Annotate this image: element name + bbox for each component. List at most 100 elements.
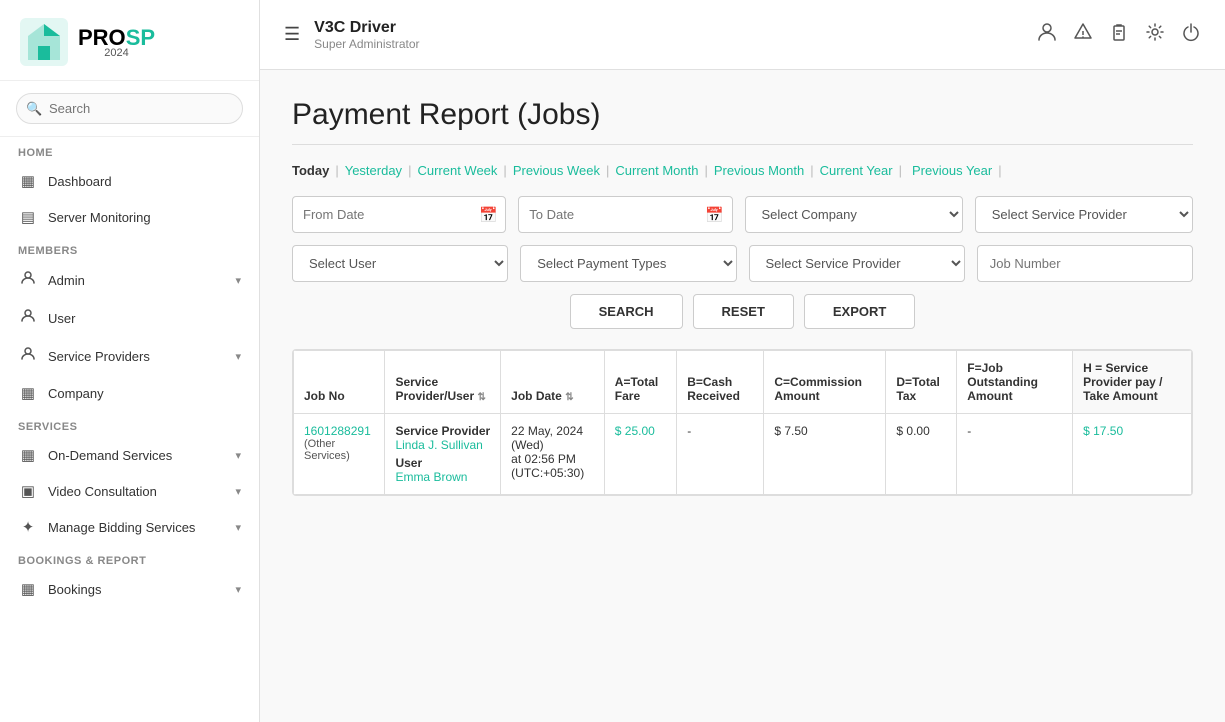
filter-links: Today | Yesterday | Current Week | Previ…	[292, 163, 1193, 178]
topbar: ☰ V3C Driver Super Administrator	[260, 0, 1225, 70]
clipboard-icon[interactable]	[1109, 22, 1129, 47]
logo-sp: SP	[126, 25, 155, 50]
sp-label: Service Provider	[395, 424, 490, 438]
page-content: Payment Report (Jobs) Today | Yesterday …	[260, 70, 1225, 722]
export-button[interactable]: EXPORT	[804, 294, 915, 329]
video-consultation-icon: ▣	[18, 482, 38, 500]
filter-row-2: Select User Select Payment Types Select …	[292, 245, 1193, 282]
col-sp-pay-take: H = Service Provider pay / Take Amount	[1073, 351, 1192, 414]
sidebar-item-on-demand-services[interactable]: ▦ On-Demand Services ▾	[0, 437, 259, 473]
sidebar-item-service-providers[interactable]: Service Providers ▾	[0, 337, 259, 375]
sidebar-item-admin[interactable]: Admin ▾	[0, 261, 259, 299]
filter-yesterday[interactable]: Yesterday	[345, 163, 402, 178]
manage-bidding-icon: ✦	[18, 518, 38, 536]
logo-icon	[20, 18, 68, 66]
to-date-input[interactable]	[529, 198, 705, 231]
sort-icon: ⇅	[477, 392, 485, 403]
sidebar-item-server-monitoring[interactable]: ▤ Server Monitoring	[0, 199, 259, 235]
power-icon[interactable]	[1181, 22, 1201, 47]
topbar-icons	[1037, 22, 1201, 47]
calendar-icon: 📅	[705, 206, 724, 224]
select-company[interactable]: Select Company	[745, 196, 963, 233]
sidebar-item-label: User	[48, 311, 75, 326]
chevron-down-icon: ▾	[235, 583, 241, 596]
search-icon: 🔍	[26, 101, 42, 117]
cell-job-no: 1601288291 (Other Services)	[294, 414, 385, 495]
select-service-provider-2[interactable]: Select Service Provider	[749, 245, 965, 282]
col-commission-amount: C=Commission Amount	[764, 351, 886, 414]
sidebar-item-video-consultation[interactable]: ▣ Video Consultation ▾	[0, 473, 259, 509]
user-name-link[interactable]: Emma Brown	[395, 470, 490, 484]
job-number-input[interactable]	[977, 245, 1193, 282]
server-monitoring-icon: ▤	[18, 208, 38, 226]
job-date: 22 May, 2024 (Wed)	[511, 424, 594, 452]
action-row: SEARCH RESET EXPORT	[292, 294, 1193, 329]
company-icon: ▦	[18, 384, 38, 402]
filter-previous-week[interactable]: Previous Week	[513, 163, 600, 178]
sidebar-item-label: Server Monitoring	[48, 210, 151, 225]
reset-button[interactable]: RESET	[693, 294, 794, 329]
sidebar-item-manage-bidding[interactable]: ✦ Manage Bidding Services ▾	[0, 509, 259, 545]
sidebar-item-user[interactable]: User	[0, 299, 259, 337]
topbar-title: V3C Driver	[314, 19, 1023, 37]
job-no-link[interactable]: 1601288291	[304, 424, 371, 438]
calendar-icon: 📅	[479, 206, 498, 224]
section-bookings-label: BOOKINGS & REPORT	[0, 545, 259, 571]
results-table-wrapper: Job No Service Provider/User ⇅ Job Date …	[292, 349, 1193, 496]
filter-current-year[interactable]: Current Year	[820, 163, 893, 178]
sp-pay-take-link[interactable]: $ 17.50	[1083, 424, 1123, 438]
cell-job-date: 22 May, 2024 (Wed) at 02:56 PM (UTC:+05:…	[501, 414, 605, 495]
filter-today[interactable]: Today	[292, 163, 329, 178]
filter-previous-month[interactable]: Previous Month	[714, 163, 804, 178]
total-fare-link[interactable]: $ 25.00	[615, 424, 655, 438]
menu-icon[interactable]: ☰	[284, 24, 300, 45]
bookings-icon: ▦	[18, 580, 38, 598]
select-payment-types[interactable]: Select Payment Types	[520, 245, 736, 282]
topbar-subtitle: Super Administrator	[314, 37, 1023, 51]
from-date-wrapper: 📅	[292, 196, 506, 233]
cell-job-outstanding: -	[957, 414, 1073, 495]
user-profile-icon[interactable]	[1037, 22, 1057, 47]
job-tz: (UTC:+05:30)	[511, 466, 594, 480]
sidebar-item-label: Manage Bidding Services	[48, 520, 195, 535]
filter-previous-year[interactable]: Previous Year	[912, 163, 992, 178]
col-total-fare: A=Total Fare	[604, 351, 676, 414]
main-content: ☰ V3C Driver Super Administrator Paymen	[260, 0, 1225, 722]
filter-current-week[interactable]: Current Week	[417, 163, 497, 178]
search-button[interactable]: SEARCH	[570, 294, 683, 329]
col-job-outstanding: F=Job Outstanding Amount	[957, 351, 1073, 414]
topbar-title-block: V3C Driver Super Administrator	[314, 19, 1023, 51]
from-date-input[interactable]	[303, 198, 479, 231]
alert-icon[interactable]	[1073, 22, 1093, 47]
chevron-down-icon: ▾	[235, 274, 241, 287]
sidebar-item-label: Admin	[48, 273, 85, 288]
select-service-provider-1[interactable]: Select Service Provider	[975, 196, 1193, 233]
col-cash-received: B=Cash Received	[677, 351, 764, 414]
filter-row-1: 📅 📅 Select Company Select Service Provid…	[292, 196, 1193, 233]
user-icon	[18, 308, 38, 328]
sidebar-item-company[interactable]: ▦ Company	[0, 375, 259, 411]
job-no-sub: (Other Services)	[304, 438, 374, 462]
search-input[interactable]	[16, 93, 243, 124]
select-user[interactable]: Select User	[292, 245, 508, 282]
cell-sp-user: Service Provider Linda J. Sullivan User …	[385, 414, 501, 495]
sidebar-item-dashboard[interactable]: ▦ Dashboard	[0, 163, 259, 199]
sidebar-item-bookings[interactable]: ▦ Bookings ▾	[0, 571, 259, 607]
cell-sp-pay-take: $ 17.50	[1073, 414, 1192, 495]
sp-name-link[interactable]: Linda J. Sullivan	[395, 438, 490, 452]
col-job-no: Job No	[294, 351, 385, 414]
sidebar-item-label: Dashboard	[48, 174, 112, 189]
chevron-down-icon: ▾	[235, 449, 241, 462]
job-time: at 02:56 PM	[511, 452, 594, 466]
sidebar-item-label: Company	[48, 386, 104, 401]
dashboard-icon: ▦	[18, 172, 38, 190]
cell-total-tax: $ 0.00	[886, 414, 957, 495]
admin-icon	[18, 270, 38, 290]
cell-total-fare: $ 25.00	[604, 414, 676, 495]
settings-icon[interactable]	[1145, 22, 1165, 47]
sidebar: PROSP 2024 🔍 HOME ▦ Dashboard ▤ Server M…	[0, 0, 260, 722]
filter-current-month[interactable]: Current Month	[615, 163, 698, 178]
col-total-tax: D=Total Tax	[886, 351, 957, 414]
sort-icon: ⇅	[565, 392, 573, 403]
logo-area: PROSP 2024	[0, 0, 259, 81]
